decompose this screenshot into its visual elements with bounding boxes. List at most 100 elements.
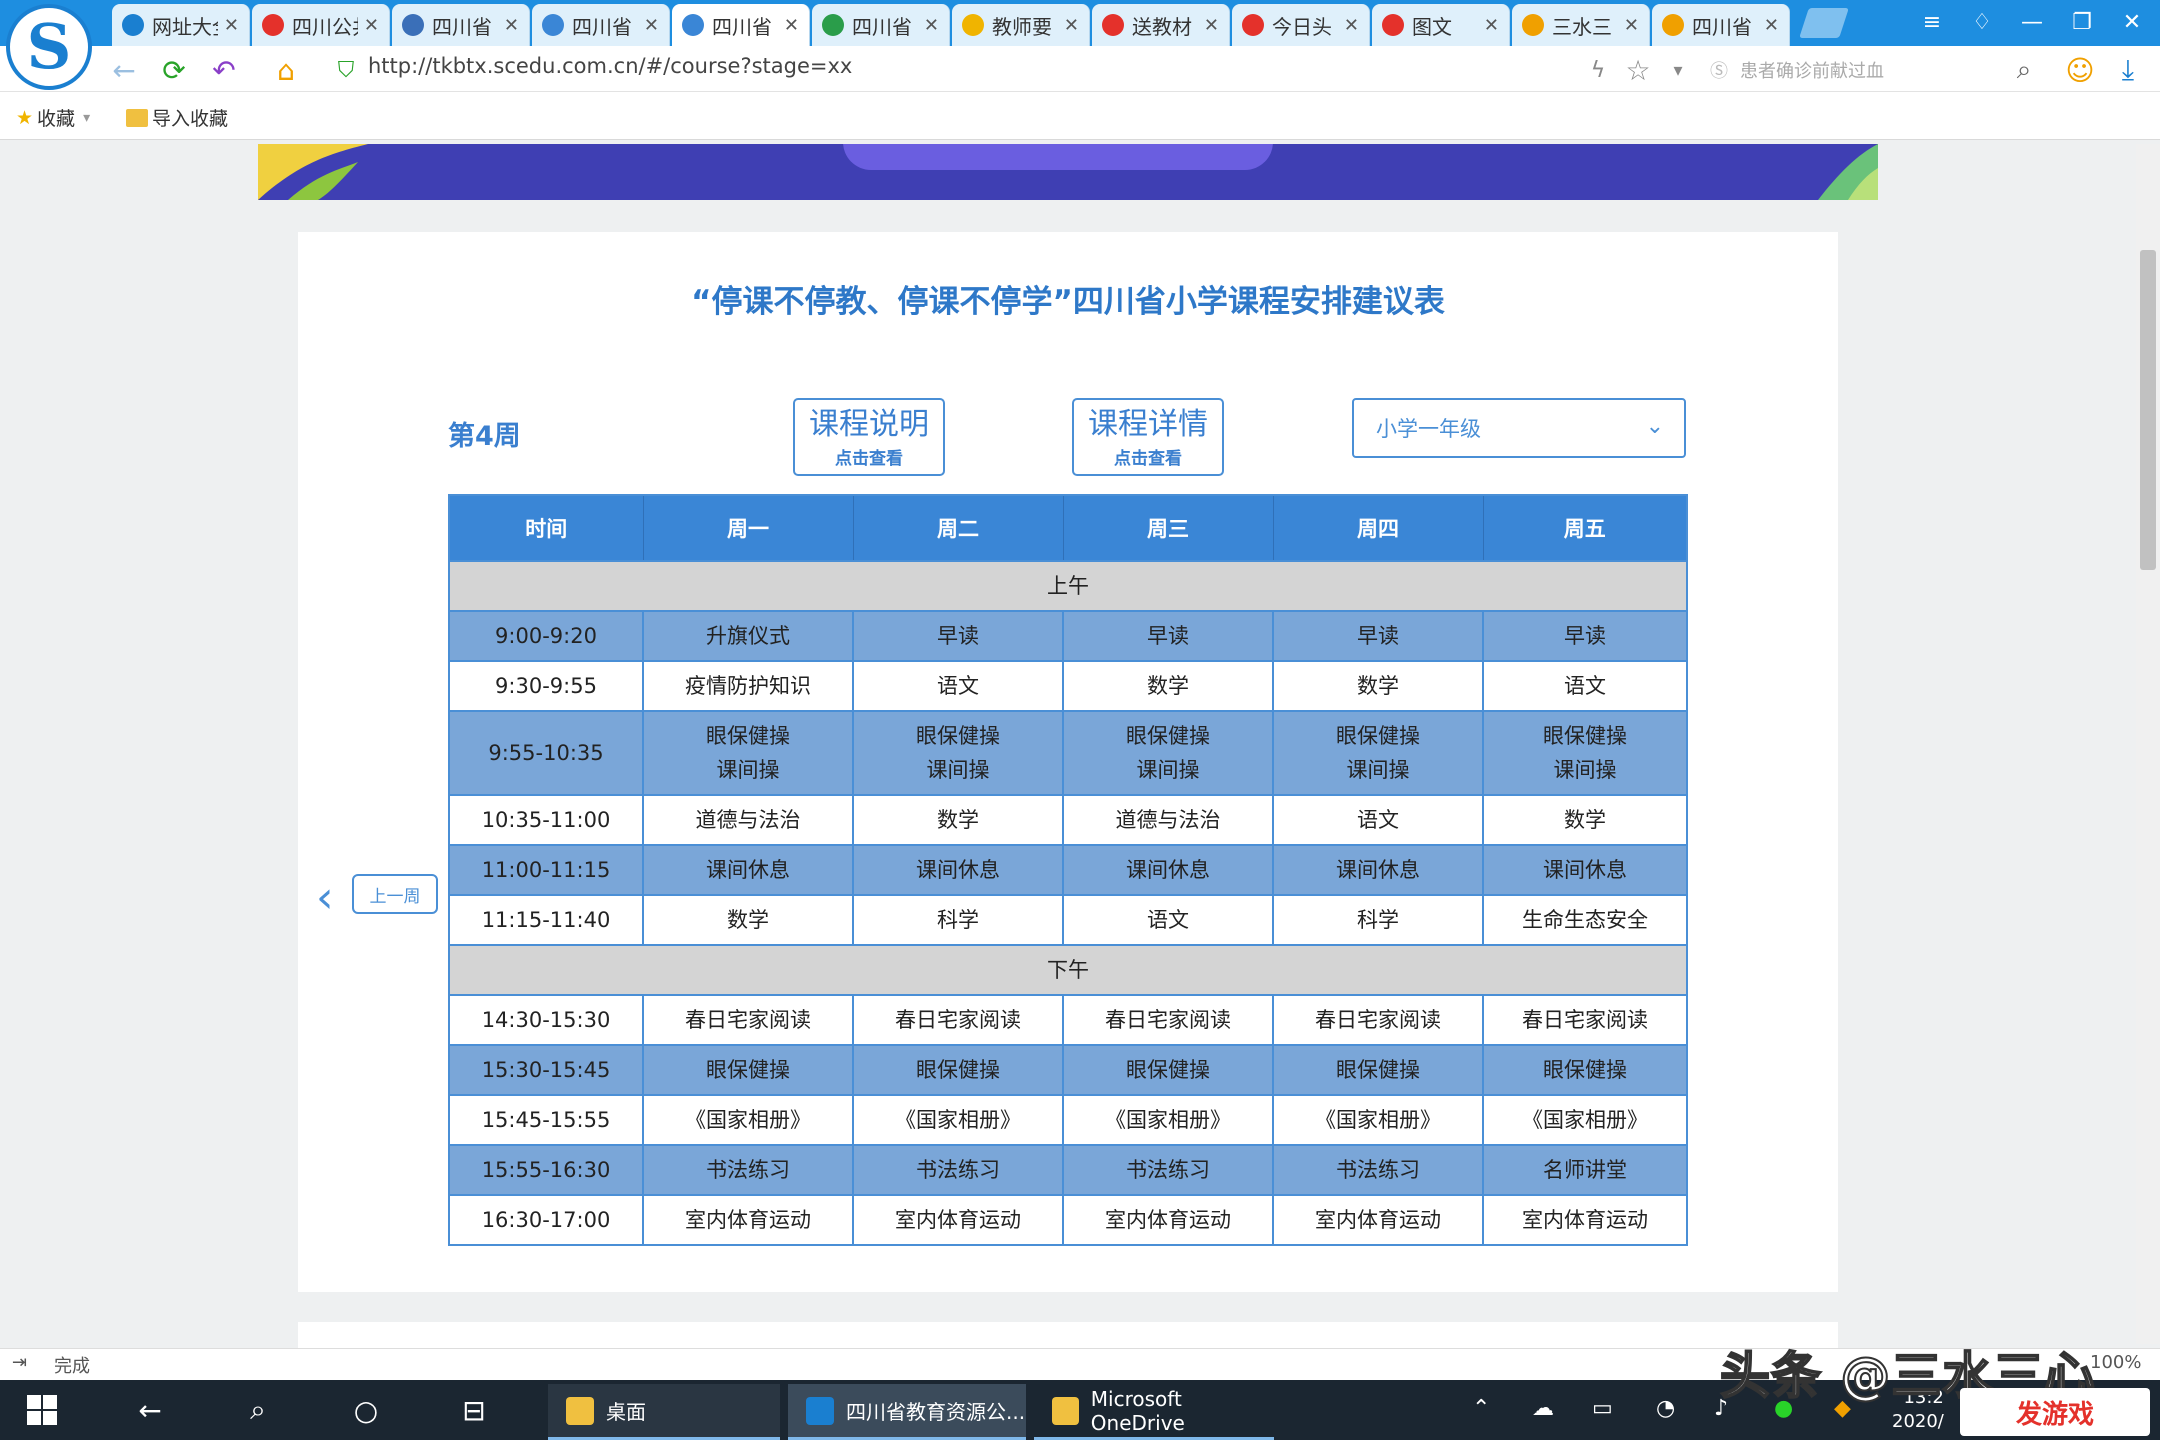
back-icon[interactable]: ← xyxy=(106,52,142,88)
tab-label: 网址大全 xyxy=(152,14,218,39)
star-icon[interactable]: ☆ xyxy=(1620,52,1656,88)
header-cell: 周二 xyxy=(852,495,1063,561)
browser-tab[interactable]: 四川省 ✕ xyxy=(812,4,950,46)
sidebar-toggle-icon[interactable]: ⇥ xyxy=(12,1352,27,1373)
table-row: 15:55-16:30 书法练习 书法练习 书法练习 书法练习 名师讲堂 xyxy=(448,1144,1688,1196)
wifi-icon[interactable]: ◔ xyxy=(1656,1396,1675,1421)
section-label: 下午 xyxy=(448,944,1688,996)
browser-tab[interactable]: 教师要 ✕ xyxy=(952,4,1090,46)
table-row: 16:30-17:00 室内体育运动 室内体育运动 室内体育运动 室内体育运动 室内体育运… xyxy=(448,1194,1688,1246)
course-cell: 早读 xyxy=(1272,610,1484,662)
back-arrow-icon[interactable]: ← xyxy=(126,1386,174,1434)
header-cell: 周三 xyxy=(1062,495,1273,561)
browser-tab[interactable]: 三水三 ✕ xyxy=(1512,4,1650,46)
tab-close-icon[interactable]: ✕ xyxy=(644,15,659,36)
bookmark-bar xyxy=(0,92,2160,140)
close-window-icon[interactable]: ✕ xyxy=(2116,6,2148,38)
course-description-sub: 点击查看 xyxy=(835,449,903,469)
tab-favicon-icon xyxy=(1242,14,1264,36)
favorites-label: 收藏 xyxy=(37,108,76,130)
course-cell: 眼保健操 xyxy=(1482,1044,1688,1096)
url-input[interactable]: http://tkbtx.scedu.com.cn/#/course?stage… xyxy=(368,54,852,78)
browser-tab[interactable]: 网址大全 ✕ xyxy=(112,4,250,46)
course-cell: 《国家相册》 xyxy=(852,1094,1064,1146)
header-cell: 周五 xyxy=(1482,495,1687,561)
course-cell: 书法练习 xyxy=(852,1144,1064,1196)
tab-close-icon[interactable]: ✕ xyxy=(504,15,519,36)
course-description-label: 课程说明 xyxy=(809,407,929,442)
course-cell: 《国家相册》 xyxy=(1482,1094,1688,1146)
chevron-left-icon[interactable]: ‹ xyxy=(316,872,334,923)
download-icon[interactable]: ⤓ xyxy=(2110,52,2146,88)
lightning-icon[interactable]: ϟ xyxy=(1580,52,1616,88)
course-cell: 数学 xyxy=(1272,660,1484,712)
emoji-icon[interactable]: ☺ xyxy=(2062,52,2098,88)
course-cell: 春日宅家阅读 xyxy=(1482,994,1688,1046)
tab-close-icon[interactable]: ✕ xyxy=(784,15,799,36)
restore-icon[interactable]: ❐ xyxy=(2066,6,2098,38)
course-cell: 数学 xyxy=(1062,660,1274,712)
chevron-up-icon[interactable]: ⌃ xyxy=(1472,1396,1490,1421)
course-cell: 春日宅家阅读 xyxy=(1062,994,1274,1046)
cortana-icon[interactable]: ○ xyxy=(342,1386,390,1434)
favorites-button[interactable]: ★ 收藏 ▾ xyxy=(16,104,90,131)
dropdown-icon[interactable]: ▾ xyxy=(1660,52,1696,88)
tab-close-icon[interactable]: ✕ xyxy=(364,15,379,36)
course-cell: 眼保健操 课间操 xyxy=(1272,710,1484,796)
search-input[interactable]: Ⓢ 患者确诊前献过血 xyxy=(1710,52,2030,88)
table-row: 9:55-10:35 眼保健操 课间操 眼保健操 课间操 眼保健操 课间操 眼保健操 课… xyxy=(448,710,1688,796)
time-cell: 10:35-11:00 xyxy=(448,794,644,846)
grade-select[interactable]: 小学一年级 ⌄ xyxy=(1352,398,1686,458)
course-cell: 生命生态安全 xyxy=(1482,894,1688,946)
task-view-icon[interactable]: ⊟ xyxy=(450,1386,498,1434)
tab-close-icon[interactable]: ✕ xyxy=(224,15,239,36)
header-cell: 时间 xyxy=(448,495,643,561)
sogou-browser-logo[interactable]: S xyxy=(6,4,92,90)
tab-close-icon[interactable]: ✕ xyxy=(924,15,939,36)
undo-icon[interactable]: ↶ xyxy=(206,52,242,88)
course-description-button[interactable]: 课程说明 点击查看 xyxy=(793,398,945,476)
zoom-level[interactable]: 100% xyxy=(2090,1352,2141,1373)
prev-week-button[interactable]: 上一周 xyxy=(352,874,438,914)
browser-tab[interactable]: 四川省 ✕ xyxy=(672,4,810,46)
tab-close-icon[interactable]: ✕ xyxy=(1624,15,1639,36)
taskbar-app-button[interactable]: 四川省教育资源公... xyxy=(788,1384,1026,1440)
browser-tab[interactable]: 四川省 ✕ xyxy=(532,4,670,46)
home-icon[interactable]: ⌂ xyxy=(268,52,304,88)
taskbar-app-button[interactable]: Microsoft OneDrive xyxy=(1034,1384,1274,1440)
browser-tab[interactable]: 四川公共 ✕ xyxy=(252,4,390,46)
tab-close-icon[interactable]: ✕ xyxy=(1204,15,1219,36)
course-cell: 科学 xyxy=(852,894,1064,946)
browser-tab[interactable]: 四川省 ✕ xyxy=(1652,4,1790,46)
browser-tab[interactable]: 四川省 ✕ xyxy=(392,4,530,46)
time-cell: 11:00-11:15 xyxy=(448,844,644,896)
scrollbar-thumb[interactable] xyxy=(2140,250,2156,570)
taskbar-app-button[interactable]: 桌面 xyxy=(548,1384,780,1440)
tab-favicon-icon xyxy=(1662,14,1684,36)
windows-start-icon[interactable] xyxy=(18,1386,66,1434)
course-cell: 眼保健操 xyxy=(1272,1044,1484,1096)
course-cell: 春日宅家阅读 xyxy=(642,994,854,1046)
browser-tab[interactable]: 今日头 ✕ xyxy=(1232,4,1370,46)
battery-icon[interactable]: ▭ xyxy=(1592,1396,1613,1421)
refresh-icon[interactable]: ⟳ xyxy=(156,52,192,88)
tab-close-icon[interactable]: ✕ xyxy=(1484,15,1499,36)
skin-icon[interactable]: ♢ xyxy=(1966,6,1998,38)
tab-close-icon[interactable]: ✕ xyxy=(1344,15,1359,36)
tab-close-icon[interactable]: ✕ xyxy=(1064,15,1079,36)
search-placeholder: 患者确诊前献过血 xyxy=(1740,61,1884,82)
browser-tab[interactable]: 送教材 ✕ xyxy=(1092,4,1230,46)
search-icon[interactable]: ⌕ xyxy=(2006,52,2042,88)
menu-icon[interactable]: ≡ xyxy=(1916,6,1948,38)
table-row: 11:00-11:15 课间休息 课间休息 课间休息 课间休息 课间休息 xyxy=(448,844,1688,896)
onedrive-cloud-icon[interactable]: ☁ xyxy=(1532,1396,1554,1421)
search-icon[interactable]: ⌕ xyxy=(234,1386,282,1434)
minimize-icon[interactable]: — xyxy=(2016,6,2048,38)
course-detail-button[interactable]: 课程详情 点击查看 xyxy=(1072,398,1224,476)
import-favorites-button[interactable]: 导入收藏 xyxy=(126,104,228,131)
tab-favicon-icon xyxy=(1522,14,1544,36)
browser-tab[interactable]: 图文 ✕ xyxy=(1372,4,1510,46)
tab-favicon-icon xyxy=(682,14,704,36)
tab-favicon-icon xyxy=(402,14,424,36)
tab-close-icon[interactable]: ✕ xyxy=(1764,15,1779,36)
